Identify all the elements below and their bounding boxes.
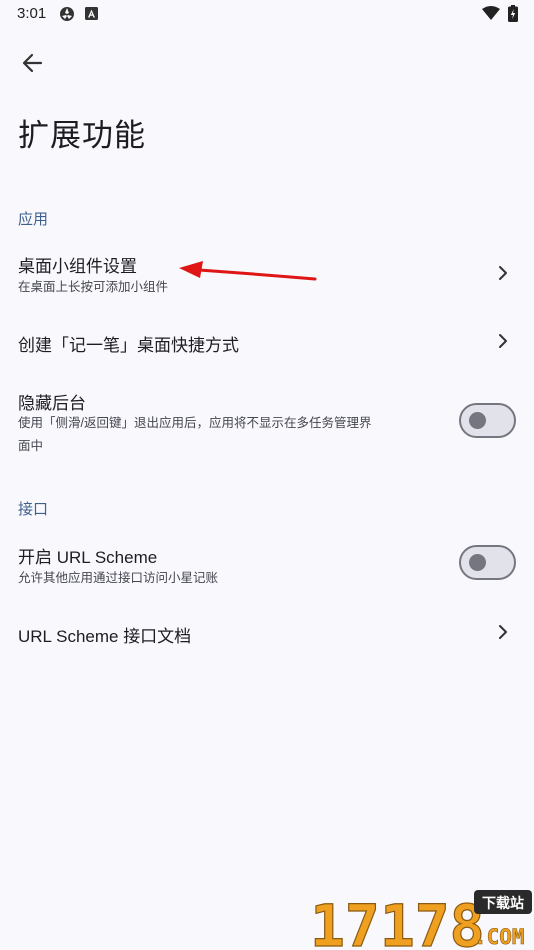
row-subtitle-line1: 使用「侧滑/返回键」退出应用后，应用将不显示在多任务管理界 [18, 416, 372, 430]
chevron-right-icon [499, 266, 507, 280]
back-button[interactable] [14, 47, 50, 79]
watermark-logo: 17178 下载站 .COM [309, 890, 532, 950]
app-notification-icon [60, 7, 74, 21]
toggle-knob [469, 412, 486, 429]
chevron-right-icon [499, 334, 507, 348]
hide-background-toggle[interactable] [459, 403, 516, 438]
row-title: 桌面小组件设置 [18, 257, 137, 276]
row-title: 开启 URL Scheme [18, 548, 158, 567]
battery-charging-icon [508, 5, 518, 22]
watermark-digits: 17178 [310, 892, 485, 950]
arrow-left-icon [22, 53, 43, 73]
create-shortcut-row[interactable]: 创建「记一笔」桌面快捷方式 [0, 318, 534, 366]
status-time: 3:01 [17, 5, 47, 22]
url-scheme-toggle[interactable] [459, 545, 516, 580]
chevron-right-icon [499, 625, 507, 639]
row-subtitle-line2: 面中 [18, 439, 44, 453]
section-header-app: 应用 [18, 211, 49, 228]
row-title: 创建「记一笔」桌面快捷方式 [18, 336, 239, 355]
row-subtitle: 在桌面上长按可添加小组件 [18, 280, 169, 294]
url-scheme-docs-row[interactable]: URL Scheme 接口文档 [0, 608, 534, 656]
status-bar: 3:01 [0, 0, 534, 30]
page-title: 扩展功能 [18, 118, 146, 153]
row-title: URL Scheme 接口文档 [18, 627, 192, 646]
watermark-suffix: .COM [474, 925, 525, 949]
watermark-tag: 下载站 [482, 895, 524, 912]
wifi-icon [482, 6, 500, 20]
toggle-knob [469, 554, 486, 571]
url-scheme-row[interactable]: 开启 URL Scheme 允许其他应用通过接口访问小星记账 [0, 530, 534, 594]
hide-background-row[interactable]: 隐藏后台 使用「侧滑/返回键」退出应用后，应用将不显示在多任务管理界 面中 [0, 378, 534, 462]
row-title: 隐藏后台 [18, 394, 86, 413]
accessibility-icon [85, 7, 98, 20]
annotation-arrow-icon [179, 261, 317, 281]
section-header-interface: 接口 [18, 501, 49, 518]
row-subtitle: 允许其他应用通过接口访问小星记账 [18, 571, 219, 585]
